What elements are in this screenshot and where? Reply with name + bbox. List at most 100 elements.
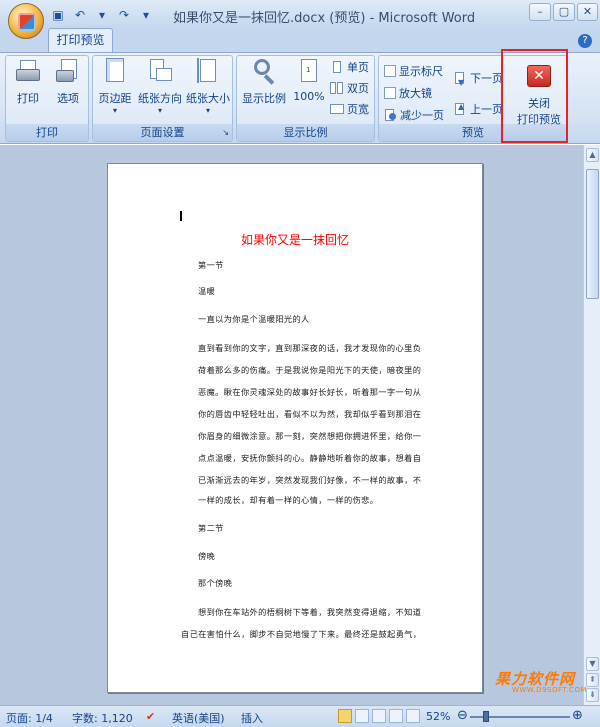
magnifier-icon <box>251 58 277 86</box>
magnifier-check[interactable] <box>384 87 396 99</box>
size-label: 纸张大小 <box>186 92 230 105</box>
web-layout-view-icon[interactable] <box>372 709 386 723</box>
insert-mode[interactable]: 插入 <box>241 710 263 726</box>
save-icon[interactable]: ▣ <box>50 7 66 23</box>
office-button[interactable] <box>8 3 44 39</box>
print-button[interactable]: 打印 <box>10 58 46 106</box>
draft-view-icon[interactable] <box>406 709 420 723</box>
doc-line: 温暖 <box>198 286 216 296</box>
print-label: 打印 <box>17 92 39 105</box>
zoom-button[interactable]: 显示比例 <box>239 58 289 106</box>
help-icon[interactable]: ? <box>578 34 592 48</box>
doc-line: 恶魔。瞅在你灵魂深处的故事好长好长，听着那一字一句从 <box>198 387 422 397</box>
magnifier-label: 放大镜 <box>399 87 432 100</box>
status-bar: 页面: 1/4 字数: 1,120 ✔ 英语(美国) 插入 52% ⊖ ⊕ <box>0 705 600 727</box>
paper-size-icon <box>195 58 221 86</box>
zoom-out-icon[interactable]: ⊖ <box>457 708 468 723</box>
quick-access-toolbar: ▣ ↶ ▾ ↷ ▾ <box>50 7 154 23</box>
page-width-icon <box>330 102 344 116</box>
group-zoom: 显示比例 1 100% 单页 双页 页宽 显示比例 <box>236 55 375 142</box>
full-screen-view-icon[interactable] <box>355 709 369 723</box>
doc-line: 自己在害怕什么，脚步不自觉地慢了下来。最终还是鼓起勇气， <box>181 629 422 639</box>
doc-line: 你的唇齿中轻轻吐出，看似不以为然，我却似乎看到那泪在 <box>198 409 422 419</box>
close-window-button[interactable]: ✕ <box>577 3 598 21</box>
doc-line: 荷着那么多的伤痛。于是我说你是阳光下的天使，暗夜里的 <box>198 365 422 375</box>
watermark-url: WWW.D9SOFT.COM <box>512 686 587 694</box>
previous-page-button[interactable]: ▲ 上一页 <box>453 101 503 117</box>
two-pages-icon <box>330 81 344 95</box>
maximize-button[interactable]: ▢ <box>553 3 575 21</box>
scroll-up-icon[interactable]: ▲ <box>586 148 599 162</box>
tab-print-preview[interactable]: 打印预览 <box>48 28 113 53</box>
outline-view-icon[interactable] <box>389 709 403 723</box>
group-page-setup-label: 页面设置 <box>140 126 185 139</box>
size-button[interactable]: 纸张大小 ▾ <box>185 58 231 115</box>
options-label: 选项 <box>57 92 79 105</box>
group-page-setup-title: 页面设置 ↘ <box>93 124 232 141</box>
shrink-one-page-label: 减少一页 <box>400 109 444 122</box>
zoom-100-button[interactable]: 1 100% <box>290 58 328 103</box>
word-count[interactable]: 字数: 1,120 <box>72 710 133 726</box>
document-page[interactable]: 如果你又是一抹回忆 第一节 温暖 一直以为你是个温暖阳光的人 直到看到你的文字，… <box>107 163 483 693</box>
shrink-one-page-button[interactable]: 减少一页 <box>383 107 444 123</box>
doc-line: 傍晚 <box>198 551 216 561</box>
next-page-icon: ▼ <box>453 71 467 87</box>
customize-qat-icon[interactable]: ▾ <box>138 7 154 23</box>
zoom-level[interactable]: 52% <box>426 710 450 723</box>
highlight-box <box>501 49 568 143</box>
next-page-nav-icon[interactable]: ⇟ <box>586 688 599 702</box>
undo-icon[interactable]: ↶ <box>72 7 88 23</box>
title-bar: ▣ ↶ ▾ ↷ ▾ 如果你又是一抹回忆.docx (预览) - Microsof… <box>0 0 600 30</box>
one-page-button[interactable]: 单页 <box>330 59 369 75</box>
margins-icon <box>102 58 128 86</box>
doc-line: 你眉身的细微涂意。那一刻，突然想把你拥进怀里，给你一 <box>198 431 422 441</box>
show-ruler-checkbox[interactable]: 显示标尺 <box>384 63 443 79</box>
magnifier-checkbox[interactable]: 放大镜 <box>384 85 432 101</box>
next-page-button[interactable]: ▼ 下一页 <box>453 70 503 87</box>
two-pages-button[interactable]: 双页 <box>330 80 369 96</box>
group-print: 打印 选项 打印 <box>5 55 89 142</box>
scroll-down-icon[interactable]: ▼ <box>586 657 599 671</box>
print-layout-view-icon[interactable] <box>338 709 352 723</box>
page-setup-launcher-icon[interactable]: ↘ <box>222 124 229 141</box>
one-page-icon <box>330 60 344 74</box>
group-print-title: 打印 <box>6 124 88 141</box>
orientation-label: 纸张方向 <box>138 92 182 105</box>
vertical-scrollbar[interactable]: ▲ ▼ ⇞ ⇟ <box>583 145 600 705</box>
doc-line: 那个傍晚 <box>198 578 233 588</box>
page-count[interactable]: 页面: 1/4 <box>6 710 53 726</box>
doc-line: 第二节 <box>198 523 224 533</box>
options-icon <box>55 58 81 86</box>
page-width-button[interactable]: 页宽 <box>330 101 369 117</box>
next-page-label: 下一页 <box>470 72 503 85</box>
group-page-setup: 页边距 ▾ 纸张方向 ▾ 纸张大小 ▾ 页面设置 ↘ <box>92 55 233 142</box>
previous-page-icon: ▲ <box>453 102 467 116</box>
one-page-label: 单页 <box>347 61 369 74</box>
zoom-slider-knob[interactable] <box>483 711 489 722</box>
zoom-100-label: 100% <box>293 90 325 103</box>
printer-icon <box>15 58 41 86</box>
proofing-icon[interactable]: ✔ <box>146 710 155 723</box>
doc-line: 想到你在车站外的梧桐树下等着，我突然变得退缩，不知道 <box>198 607 422 617</box>
zoom-in-icon[interactable]: ⊕ <box>572 708 583 723</box>
scroll-thumb[interactable] <box>586 169 599 299</box>
margins-dropdown-icon: ▾ <box>112 106 117 115</box>
margins-button[interactable]: 页边距 ▾ <box>95 58 135 115</box>
previous-page-label: 上一页 <box>470 103 503 116</box>
options-button[interactable]: 选项 <box>50 58 86 106</box>
minimize-button[interactable]: – <box>529 3 551 21</box>
window-title: 如果你又是一抹回忆.docx (预览) - Microsoft Word <box>173 11 476 26</box>
orientation-icon <box>147 58 173 86</box>
show-ruler-label: 显示标尺 <box>399 65 443 78</box>
redo-icon[interactable]: ↷ <box>116 7 132 23</box>
orientation-button[interactable]: 纸张方向 ▾ <box>136 58 184 115</box>
orientation-dropdown-icon: ▾ <box>157 106 162 115</box>
language[interactable]: 英语(美国) <box>172 710 225 726</box>
previous-page-nav-icon[interactable]: ⇞ <box>586 673 599 687</box>
qat-dropdown-icon[interactable]: ▾ <box>94 7 110 23</box>
office-logo-icon <box>18 13 36 31</box>
group-zoom-title: 显示比例 <box>237 124 374 141</box>
doc-line: 点点温暖，安抚你颤抖的心。静静地听着你的故事，想着自 <box>198 453 422 463</box>
show-ruler-check[interactable] <box>384 65 396 77</box>
page-100-icon: 1 <box>296 58 322 86</box>
